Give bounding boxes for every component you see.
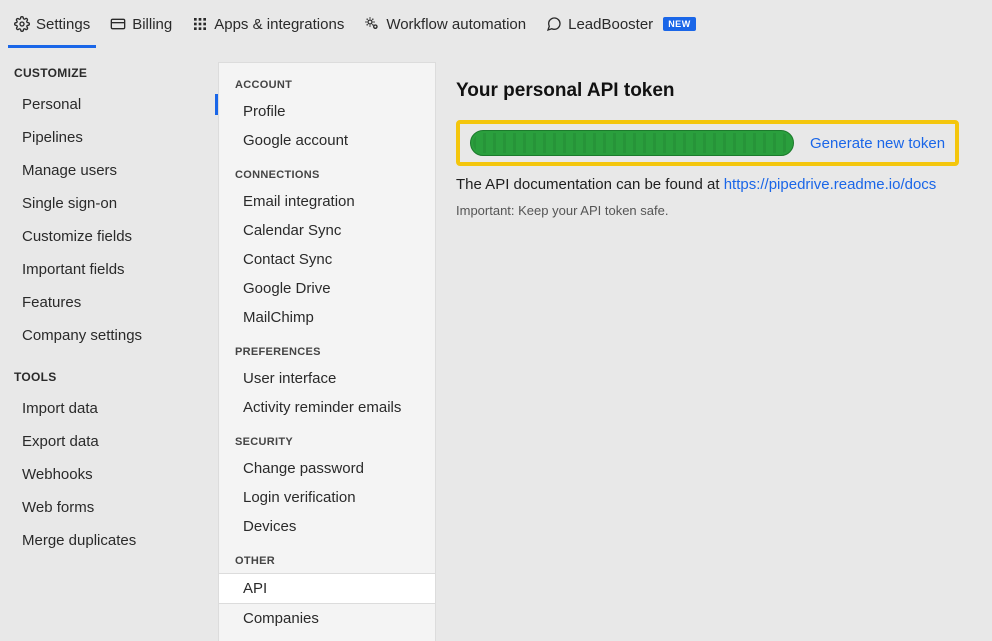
sub-sidebar: ACCOUNT Profile Google account CONNECTIO… <box>218 62 436 641</box>
subgroup-title: OTHER <box>219 555 435 573</box>
card-icon <box>110 16 126 32</box>
sub-item-mailchimp[interactable]: MailChimp <box>219 303 435 332</box>
sidebar-group-title: CUSTOMIZE <box>14 66 218 80</box>
content-area: Your personal API token Generate new tok… <box>436 48 992 641</box>
sub-item-google-account[interactable]: Google account <box>219 126 435 155</box>
sidebar-item-features[interactable]: Features <box>10 286 218 319</box>
subgroup-title: SECURITY <box>219 436 435 454</box>
doc-prefix: The API documentation can be found at <box>456 176 724 193</box>
sidebar-group-title: TOOLS <box>14 370 218 384</box>
doc-link[interactable]: https://pipedrive.readme.io/docs <box>724 176 937 193</box>
chat-icon <box>546 16 562 32</box>
sidebar-left: CUSTOMIZE Personal Pipelines Manage user… <box>0 48 218 641</box>
api-token-redacted[interactable] <box>470 130 794 156</box>
token-highlight-box: Generate new token <box>456 120 959 166</box>
subgroup-title: ACCOUNT <box>219 79 435 97</box>
main-container: CUSTOMIZE Personal Pipelines Manage user… <box>0 48 992 641</box>
sub-item-google-drive[interactable]: Google Drive <box>219 274 435 303</box>
sidebar-item-import-data[interactable]: Import data <box>10 392 218 425</box>
top-nav: Settings Billing Apps & integrations Wor… <box>0 0 992 48</box>
sidebar-item-merge-duplicates[interactable]: Merge duplicates <box>10 524 218 557</box>
nav-billing[interactable]: Billing <box>108 0 174 48</box>
sub-item-contact-sync[interactable]: Contact Sync <box>219 245 435 274</box>
sidebar-item-personal[interactable]: Personal <box>10 88 218 121</box>
nav-label: Settings <box>36 16 90 33</box>
sub-item-change-password[interactable]: Change password <box>219 454 435 483</box>
sub-item-activity-reminder-emails[interactable]: Activity reminder emails <box>219 393 435 422</box>
subgroup-title: PREFERENCES <box>219 346 435 364</box>
nav-apps[interactable]: Apps & integrations <box>190 0 346 48</box>
nav-label: Billing <box>132 16 172 33</box>
sub-item-user-interface[interactable]: User interface <box>219 364 435 393</box>
sidebar-item-export-data[interactable]: Export data <box>10 425 218 458</box>
safety-note: Important: Keep your API token safe. <box>456 203 962 218</box>
sidebar-item-customize-fields[interactable]: Customize fields <box>10 220 218 253</box>
nav-leadbooster[interactable]: LeadBooster NEW <box>544 0 698 48</box>
nav-label: LeadBooster <box>568 16 653 33</box>
subgroup-title: CONNECTIONS <box>219 169 435 187</box>
nav-label: Apps & integrations <box>214 16 344 33</box>
sub-item-devices[interactable]: Devices <box>219 512 435 541</box>
nav-label: Workflow automation <box>386 16 526 33</box>
gears-icon <box>364 16 380 32</box>
sidebar-item-web-forms[interactable]: Web forms <box>10 491 218 524</box>
sidebar-item-pipelines[interactable]: Pipelines <box>10 121 218 154</box>
sidebar-item-webhooks[interactable]: Webhooks <box>10 458 218 491</box>
sub-item-calendar-sync[interactable]: Calendar Sync <box>219 216 435 245</box>
sidebar-item-manage-users[interactable]: Manage users <box>10 154 218 187</box>
gear-icon <box>14 16 30 32</box>
sub-item-login-verification[interactable]: Login verification <box>219 483 435 512</box>
generate-new-token-link[interactable]: Generate new token <box>810 135 945 152</box>
page-title: Your personal API token <box>456 80 962 102</box>
nav-settings[interactable]: Settings <box>12 0 92 48</box>
nav-workflow[interactable]: Workflow automation <box>362 0 528 48</box>
sidebar-item-sso[interactable]: Single sign-on <box>10 187 218 220</box>
grid-icon <box>192 16 208 32</box>
doc-line: The API documentation can be found at ht… <box>456 176 962 193</box>
new-badge: NEW <box>663 17 696 31</box>
sidebar-item-important-fields[interactable]: Important fields <box>10 253 218 286</box>
sub-item-api[interactable]: API <box>219 573 435 604</box>
sub-item-companies[interactable]: Companies <box>219 604 435 633</box>
sub-item-profile[interactable]: Profile <box>219 97 435 126</box>
sidebar-item-company-settings[interactable]: Company settings <box>10 319 218 352</box>
sub-item-email-integration[interactable]: Email integration <box>219 187 435 216</box>
